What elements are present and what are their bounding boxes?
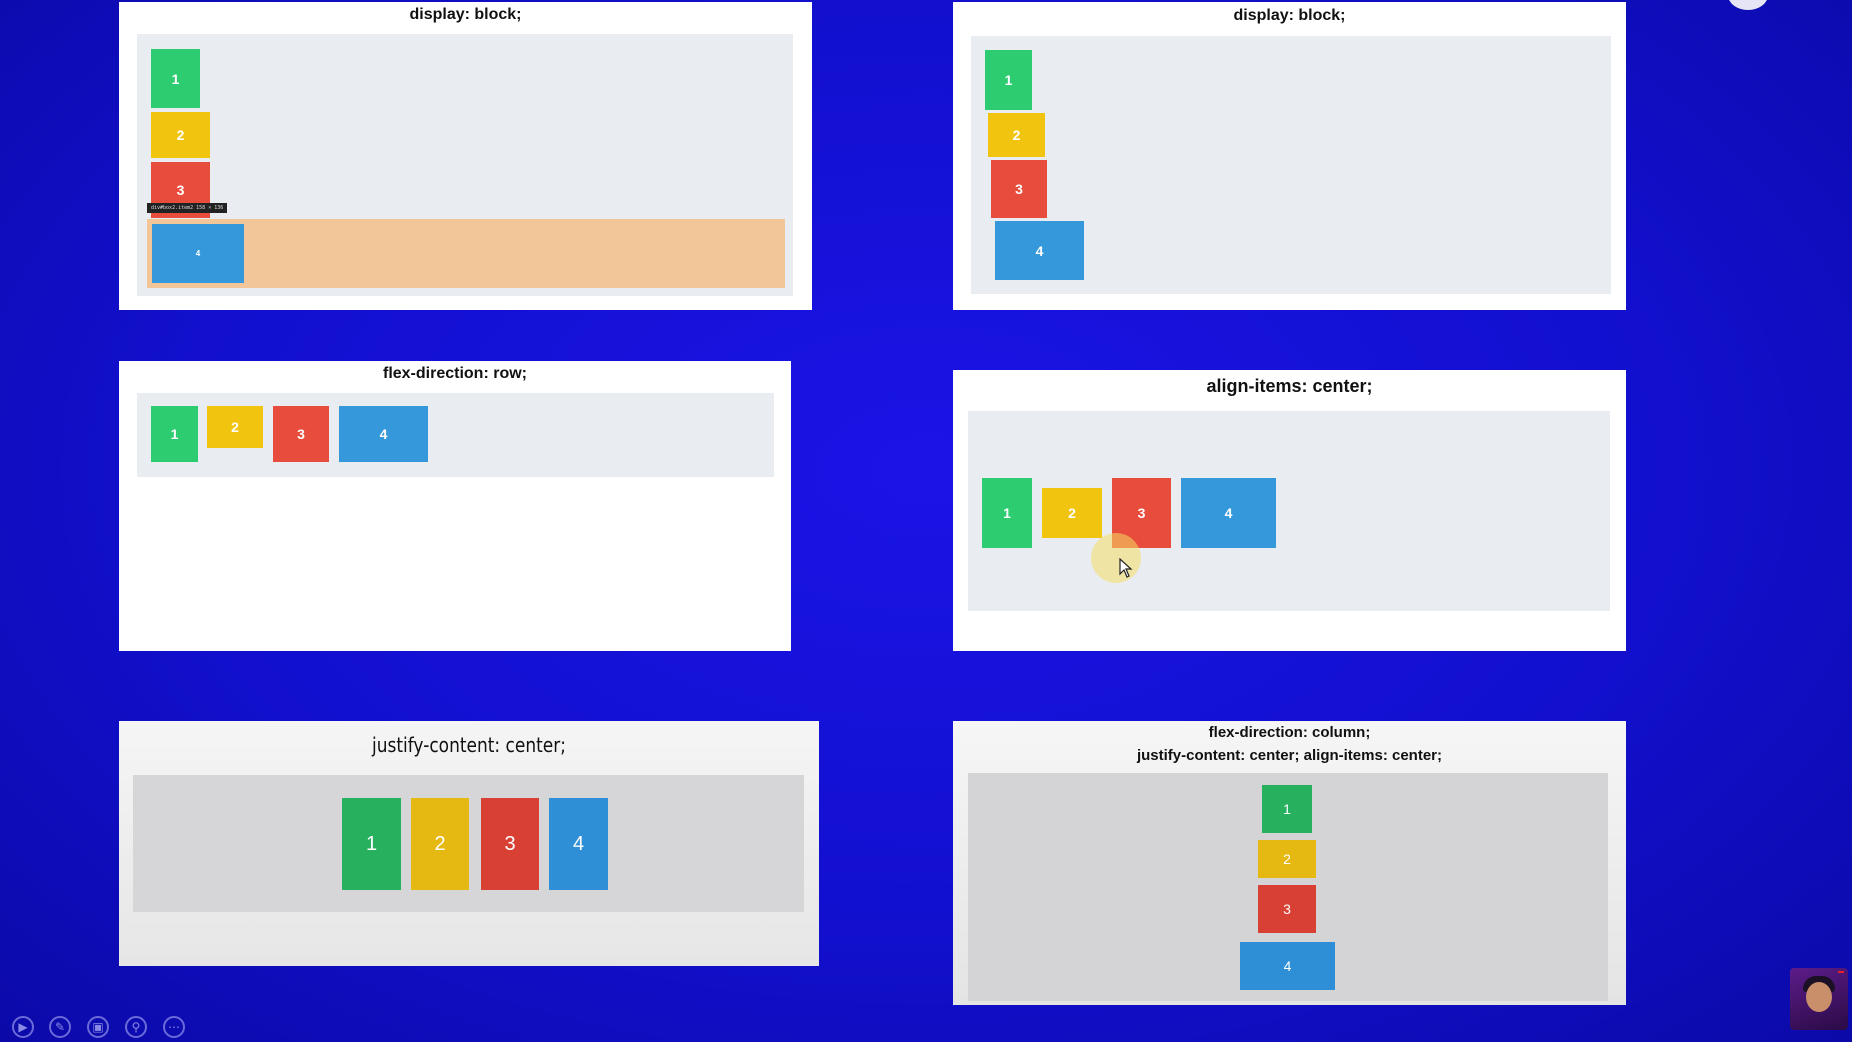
- zoom-icon[interactable]: ⚲: [125, 1016, 147, 1038]
- box-2: 2: [411, 798, 469, 890]
- more-icon[interactable]: ⋯: [163, 1016, 185, 1038]
- box-1: 1: [985, 50, 1032, 110]
- box-2: 2: [207, 406, 263, 448]
- box-3: 3: [991, 160, 1047, 218]
- slide-title-line-1: flex-direction: column;: [1208, 724, 1371, 741]
- pen-icon[interactable]: ✎: [49, 1016, 71, 1038]
- box-1: 1: [1262, 785, 1312, 833]
- slide-justify-content-center: justify-content: center; 1 2 3 4: [119, 721, 819, 966]
- channel-avatar[interactable]: [1790, 968, 1848, 1030]
- play-icon[interactable]: ▶: [12, 1016, 34, 1038]
- box-2: 2: [988, 113, 1045, 157]
- slide-title: justify-content: center;: [372, 733, 566, 757]
- box-4: 4: [995, 221, 1084, 280]
- inspector-tooltip: div#box2.item2 158 × 136: [147, 203, 228, 213]
- slide-display-block-1: display: block; 1 2 3 div#box2.item2 158…: [119, 2, 812, 310]
- box-2: 2: [151, 112, 210, 158]
- slide-title: display: block;: [1233, 7, 1346, 24]
- box-3: 3: [1258, 885, 1316, 933]
- box-4: 4: [549, 798, 608, 890]
- box-4: 4: [339, 406, 428, 462]
- box-4: 4: [1240, 942, 1335, 990]
- subscribe-badge: [1838, 971, 1844, 973]
- slide-title: display: block;: [409, 6, 522, 23]
- slide-title-line-2: justify-content: center; align-items: ce…: [1136, 747, 1443, 764]
- box-3: 3: [273, 406, 329, 462]
- box-1: 1: [151, 49, 200, 108]
- slide-title: align-items: center;: [1206, 376, 1373, 396]
- top-right-button[interactable]: [1728, 0, 1768, 10]
- slide-title: flex-direction: row;: [382, 365, 527, 382]
- box-4: 4: [1181, 478, 1276, 548]
- box-3: 3: [481, 798, 539, 890]
- mouse-cursor-icon: [1119, 558, 1133, 578]
- box-2: 2: [1042, 488, 1102, 538]
- slide-column-centered: flex-direction: column; justify-content:…: [953, 721, 1626, 1005]
- box-1: 1: [982, 478, 1032, 548]
- avatar-face: [1806, 982, 1832, 1012]
- box-4: 4: [152, 224, 244, 283]
- slide-align-items-center: align-items: center; 1 2 3 4: [953, 370, 1626, 651]
- cursor-highlight: [1091, 533, 1141, 583]
- box-1: 1: [342, 798, 401, 890]
- box-1: 1: [151, 406, 198, 462]
- slides-icon[interactable]: ▣: [87, 1016, 109, 1038]
- box-2: 2: [1258, 840, 1316, 878]
- slide-flex-direction-row: flex-direction: row; 1 2 3 4: [119, 361, 791, 651]
- slide-display-block-2: display: block; 1 2 3 4: [953, 2, 1626, 310]
